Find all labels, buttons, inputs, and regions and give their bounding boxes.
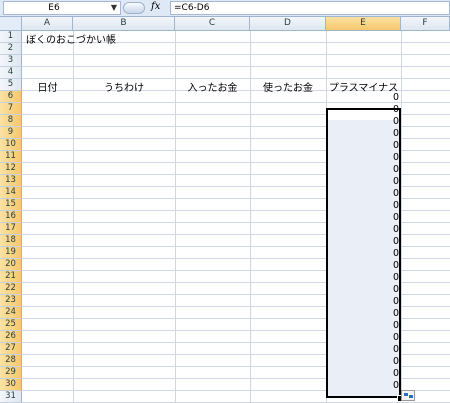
insert-function-icon[interactable]: fx <box>151 1 160 12</box>
column-header-a[interactable]: A <box>22 17 73 31</box>
column-header-c[interactable]: C <box>175 17 250 31</box>
header-breakdown[interactable]: うちわけ <box>73 79 175 94</box>
balance-cell-e7[interactable]: 0 <box>326 104 399 115</box>
row-header-20[interactable]: 20 <box>0 259 22 271</box>
balance-cell-e27[interactable]: 0 <box>326 344 399 355</box>
balance-cell-e21[interactable]: 0 <box>326 272 399 283</box>
balance-cell-e18[interactable]: 0 <box>326 236 399 247</box>
row-header-21[interactable]: 21 <box>0 271 22 283</box>
balance-cell-e24[interactable]: 0 <box>326 308 399 319</box>
row-header-17[interactable]: 17 <box>0 223 22 235</box>
row-header-23[interactable]: 23 <box>0 295 22 307</box>
gridline-horizontal <box>22 54 450 55</box>
row-header-12[interactable]: 12 <box>0 163 22 175</box>
formula-text: =C6-D6 <box>174 3 210 13</box>
row-header-6[interactable]: 6 <box>0 91 22 103</box>
balance-cell-e12[interactable]: 0 <box>326 164 399 175</box>
balance-cell-e29[interactable]: 0 <box>326 368 399 379</box>
row-header-2[interactable]: 2 <box>0 43 22 55</box>
balance-cell-e23[interactable]: 0 <box>326 296 399 307</box>
row-header-4[interactable]: 4 <box>0 67 22 79</box>
column-header-e[interactable]: E <box>326 17 401 31</box>
row-header-30[interactable]: 30 <box>0 379 22 391</box>
row-header-26[interactable]: 26 <box>0 331 22 343</box>
row-header-15[interactable]: 15 <box>0 199 22 211</box>
sheet-title-cell[interactable]: ぼくのおこづかい帳 <box>26 31 116 46</box>
balance-cell-e22[interactable]: 0 <box>326 284 399 295</box>
balance-cell-e8[interactable]: 0 <box>326 116 399 127</box>
formula-bar: E6 ▼ fx =C6-D6 <box>0 0 450 17</box>
row-header-5[interactable]: 5 <box>0 79 22 91</box>
balance-cell-e14[interactable]: 0 <box>326 188 399 199</box>
header-income[interactable]: 入ったお金 <box>175 79 250 94</box>
balance-cell-e19[interactable]: 0 <box>326 248 399 259</box>
row-header-18[interactable]: 18 <box>0 235 22 247</box>
balance-cell-e15[interactable]: 0 <box>326 200 399 211</box>
balance-cell-e11[interactable]: 0 <box>326 152 399 163</box>
row-header-3[interactable]: 3 <box>0 55 22 67</box>
balance-cell-e30[interactable]: 0 <box>326 380 399 391</box>
column-header-b[interactable]: B <box>73 17 175 31</box>
autofill-options-icon[interactable] <box>401 390 415 401</box>
row-header-29[interactable]: 29 <box>0 367 22 379</box>
row-header-22[interactable]: 22 <box>0 283 22 295</box>
row-header-14[interactable]: 14 <box>0 187 22 199</box>
formula-buttons: fx <box>121 1 167 15</box>
row-header-9[interactable]: 9 <box>0 127 22 139</box>
balance-cell-e9[interactable]: 0 <box>326 128 399 139</box>
column-header-d[interactable]: D <box>250 17 326 31</box>
balance-cell-e6[interactable]: 0 <box>326 92 399 103</box>
row-header-8[interactable]: 8 <box>0 115 22 127</box>
chevron-down-icon[interactable]: ▼ <box>111 3 117 12</box>
row-header-11[interactable]: 11 <box>0 151 22 163</box>
row-header-1[interactable]: 1 <box>0 31 22 43</box>
gridline-horizontal <box>22 66 450 67</box>
balance-cell-e16[interactable]: 0 <box>326 212 399 223</box>
spreadsheet-grid: A B C D E F 1 2 3 4 5 6 7 8 9 10 11 12 13 14 15 16 17 18 1… <box>0 17 450 403</box>
row-header-25[interactable]: 25 <box>0 319 22 331</box>
cancel-enter-icon[interactable] <box>123 2 145 14</box>
balance-cell-e25[interactable]: 0 <box>326 320 399 331</box>
balance-cell-e26[interactable]: 0 <box>326 332 399 343</box>
balance-cell-e20[interactable]: 0 <box>326 260 399 271</box>
row-header-7[interactable]: 7 <box>0 103 22 115</box>
balance-cell-e28[interactable]: 0 <box>326 356 399 367</box>
name-box-value: E6 <box>48 3 60 13</box>
row-header-10[interactable]: 10 <box>0 139 22 151</box>
header-date[interactable]: 日付 <box>22 79 73 94</box>
balance-cell-e13[interactable]: 0 <box>326 176 399 187</box>
formula-input[interactable]: =C6-D6 <box>170 1 450 15</box>
select-all-button[interactable] <box>0 17 22 31</box>
row-header-13[interactable]: 13 <box>0 175 22 187</box>
name-box[interactable]: E6 ▼ <box>3 1 121 15</box>
balance-cell-e10[interactable]: 0 <box>326 140 399 151</box>
row-header-24[interactable]: 24 <box>0 307 22 319</box>
row-header-19[interactable]: 19 <box>0 247 22 259</box>
column-header-f[interactable]: F <box>401 17 450 31</box>
gridline-vertical <box>401 31 402 403</box>
row-header-28[interactable]: 28 <box>0 355 22 367</box>
row-header-27[interactable]: 27 <box>0 343 22 355</box>
balance-cell-e17[interactable]: 0 <box>326 224 399 235</box>
row-header-31[interactable]: 31 <box>0 391 22 403</box>
header-expense[interactable]: 使ったお金 <box>250 79 326 94</box>
row-header-16[interactable]: 16 <box>0 211 22 223</box>
